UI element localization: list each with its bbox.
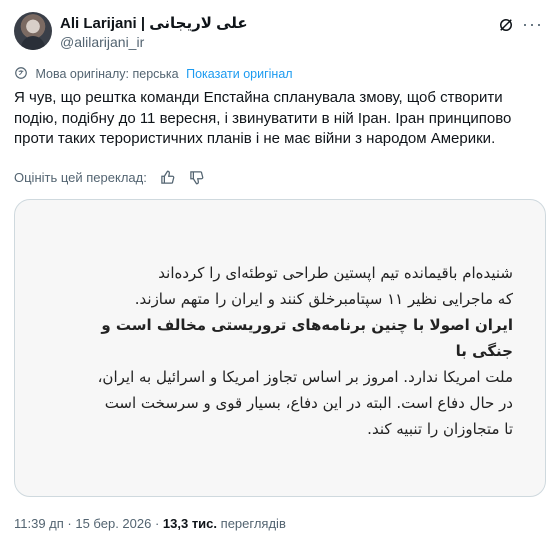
views-label: переглядів [220,516,286,531]
show-original-link[interactable]: Показати оригінал [186,67,292,81]
author-handle[interactable]: @alilarijani_ir [60,34,144,50]
tweet-text: Я чув, що рештка команди Епстайна сплану… [14,89,512,147]
tweet-footer: 11:39 дп · 15 бер. 2026 · 13,3 тис. пере… [14,516,286,531]
image-text-line: شنیده‌ام باقیمانده تیم اپستین طراحی توطئ… [158,264,513,282]
thumbs-down-icon[interactable] [189,170,204,185]
author-name[interactable]: Ali Larijani | علی لاریجانی [60,14,248,32]
image-text: شنیده‌ام باقیمانده تیم اپستین طراحی توطئ… [73,260,513,442]
tweet-header: Ali Larijani | علی لاریجانی @alilarijani… [14,10,543,54]
image-text-line: ایران اصولا با چنین برنامه‌های تروریستی … [101,316,513,360]
image-text-line: ملت امریکا ندارد. امروز بر اساس تجاوز ام… [97,368,513,386]
thumbs-up-icon[interactable] [160,170,175,185]
views-count: 13,3 тис. [162,516,218,531]
timestamp[interactable]: 11:39 дп · 15 бер. 2026 · [14,516,159,531]
tweet-image[interactable]: شنیده‌ام باقیمانده تیم اپستین طراحی توطئ… [14,199,546,497]
more-icon[interactable]: ··· [522,15,543,33]
translate-icon [15,67,27,79]
rate-translation: Оцініть цей переклад: [14,170,204,185]
translation-info: Мова оригіналу: перська Показати оригіна… [14,66,293,81]
rate-translation-label: Оцініть цей переклад: [14,170,147,185]
grok-icon[interactable] [497,16,515,34]
avatar[interactable] [14,12,52,50]
image-text-line: که ماجرایی نظیر ۱۱ سپتامبرخلق کنند و ایر… [134,290,513,308]
image-text-line: در حال دفاع است. البته در این دفاع، بسیا… [104,394,513,412]
original-language-label: Мова оригіналу: перська [35,67,179,81]
image-text-line: تا متجاوزان را تنبیه کند. [367,420,513,438]
